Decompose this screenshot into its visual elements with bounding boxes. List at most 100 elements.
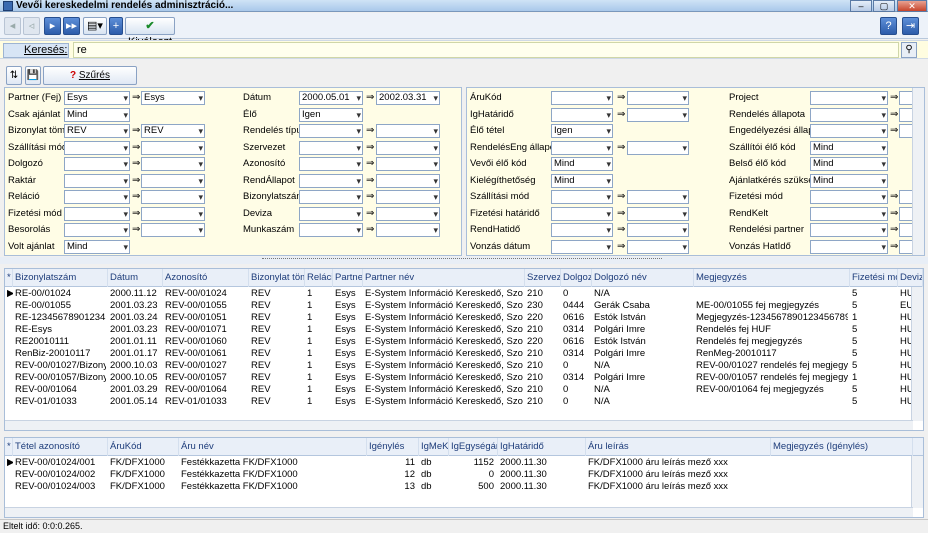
table-row[interactable]: REV-00/01057/Bizony 2000.10.05 REV-00/0105… [5, 372, 923, 384]
table-row[interactable]: RE20010111 2001.01.11 REV-00/01060 REV 1 Esys… [5, 336, 923, 348]
filter-combo[interactable] [551, 140, 613, 155]
filter-combo-to[interactable]: 2002.03.31 [376, 91, 440, 105]
filter-combo-to[interactable] [141, 223, 205, 237]
filter-combo-to[interactable] [141, 173, 205, 188]
filter-combo-to[interactable] [141, 190, 205, 204]
table-row[interactable]: REV-01/01033 2001.05.14 REV-01/01033 REV 1 Es… [5, 396, 923, 408]
column-header[interactable]: Áru leírás [586, 438, 771, 456]
filter-combo-to[interactable] [376, 206, 440, 221]
orders-grid-vscroll[interactable] [911, 287, 923, 421]
column-header[interactable]: Igénylés [367, 438, 419, 456]
column-header[interactable]: IgHatáridő [498, 438, 586, 456]
column-header[interactable]: Reláció [305, 269, 333, 287]
panel-splitter[interactable] [0, 257, 928, 264]
filter-combo[interactable] [551, 91, 613, 105]
filter-combo[interactable] [299, 206, 363, 221]
first-record-icon[interactable]: ◂ [4, 17, 21, 35]
filter-combo[interactable] [64, 140, 130, 155]
column-header[interactable]: Fizetési mód [850, 269, 898, 287]
filter-combo[interactable] [64, 173, 130, 188]
table-row[interactable]: RE-00/01055 2001.03.23 REV-00/01055 REV 1 Esy… [5, 300, 923, 312]
column-header[interactable]: IgEgységárD [449, 438, 498, 456]
column-header[interactable]: Bizonylatszám [13, 269, 108, 287]
minimize-button[interactable]: – [850, 0, 872, 12]
column-header[interactable]: Szervezet [525, 269, 561, 287]
table-row[interactable]: RE-Esys 2001.03.23 REV-00/01071 REV 1 Esys E-S… [5, 324, 923, 336]
filter-combo[interactable] [551, 107, 613, 122]
filter-combo-to[interactable] [376, 124, 440, 138]
column-header[interactable]: Partner [333, 269, 363, 287]
filter-combo[interactable] [551, 206, 613, 221]
column-header[interactable]: Azonosító [163, 269, 249, 287]
column-header[interactable]: Dolgozó [561, 269, 592, 287]
search-input[interactable] [73, 42, 899, 58]
column-header[interactable]: ÁruKód [108, 438, 179, 456]
prev-record-icon[interactable]: ◃ [23, 17, 40, 35]
table-row[interactable]: REV-00/01064 2001.03.29 REV-00/01064 REV 1 Es… [5, 384, 923, 396]
filter-combo-to[interactable]: Esys [141, 91, 205, 105]
column-header[interactable]: Partner név [363, 269, 525, 287]
filter-combo[interactable] [810, 223, 888, 237]
table-row[interactable]: ▶REV-00/01024/001 FK/DFX1000 Festékkazetta… [5, 457, 923, 469]
column-header[interactable]: Áru név [179, 438, 367, 456]
select-button[interactable]: ✔ Kiválaszt [125, 17, 175, 48]
table-row[interactable]: REV-00/01024/003 FK/DFX1000 Festékkazetta … [5, 481, 923, 493]
filter-combo[interactable] [299, 140, 363, 155]
filter-combo[interactable]: Mind [810, 173, 888, 188]
filter-combo-to[interactable] [627, 239, 689, 254]
filter-combo[interactable] [810, 190, 888, 204]
filter-combo[interactable] [810, 206, 888, 221]
filter-combo-to[interactable] [376, 157, 440, 171]
filter-combo[interactable]: Igen [299, 107, 363, 122]
next-record-icon[interactable]: ▸ [44, 17, 61, 35]
filter-combo[interactable] [551, 223, 613, 237]
filter-combo[interactable]: Esys [64, 91, 130, 105]
table-row[interactable]: REV-00/01027/Bizony 2000.10.03 REV-00/0102… [5, 360, 923, 372]
filter-combo-to[interactable] [376, 140, 440, 155]
last-record-icon[interactable]: ▸▸ [63, 17, 80, 35]
filter-combo-to[interactable] [627, 140, 689, 155]
column-header[interactable]: Megjegyzés [694, 269, 850, 287]
help-icon[interactable]: ? [880, 17, 897, 35]
exit-icon[interactable]: ⇥ [902, 17, 919, 35]
filter-combo[interactable] [64, 223, 130, 237]
column-header[interactable]: Deviza [898, 269, 923, 287]
filter-combo[interactable]: REV [64, 124, 130, 138]
run-filter-button[interactable]: ? Szűrés végrehajtása [43, 66, 137, 98]
filter-combo[interactable] [810, 91, 888, 105]
column-header[interactable]: IgMeKd [419, 438, 449, 456]
export-dropdown-button[interactable]: ▤▾ [83, 17, 107, 35]
filter-combo[interactable]: Igen [551, 124, 613, 138]
column-header[interactable]: Élő [923, 269, 924, 287]
filter-combo[interactable] [299, 157, 363, 171]
filter-combo[interactable] [551, 239, 613, 254]
filter-options-icon[interactable]: ⇅ [6, 66, 22, 85]
filter-vscroll[interactable] [912, 88, 924, 255]
filter-combo[interactable]: Mind [64, 107, 130, 122]
filter-combo[interactable] [810, 124, 888, 138]
filter-combo-to[interactable] [376, 223, 440, 237]
filter-combo[interactable]: Mind [810, 140, 888, 155]
filter-combo-to[interactable] [627, 206, 689, 221]
filter-combo[interactable] [299, 190, 363, 204]
filter-combo[interactable] [551, 190, 613, 204]
filter-combo[interactable] [299, 124, 363, 138]
filter-combo[interactable]: Mind [551, 173, 613, 188]
filter-combo-to[interactable] [627, 223, 689, 237]
filter-combo-to[interactable] [627, 107, 689, 122]
filter-combo-to[interactable] [141, 140, 205, 155]
table-row[interactable]: RE-1234567890123456* 2001.03.24 REV-00/010… [5, 312, 923, 324]
filter-combo-to[interactable] [627, 190, 689, 204]
filter-combo-to[interactable] [141, 206, 205, 221]
filter-combo[interactable] [64, 157, 130, 171]
column-header[interactable]: Tétel azonosító [13, 438, 108, 456]
filter-combo-to[interactable] [376, 190, 440, 204]
filter-combo-to[interactable]: REV [141, 124, 205, 138]
table-row[interactable]: ▶RE-00/01024 2000.11.12 REV-00/01024 REV 1 Es… [5, 288, 923, 300]
search-icon[interactable]: ⚲ [901, 42, 917, 58]
filter-combo[interactable]: Mind [551, 157, 613, 171]
maximize-button[interactable]: ▢ [873, 0, 895, 12]
table-row[interactable]: REV-00/01024/002 FK/DFX1000 Festékkazetta … [5, 469, 923, 481]
filter-combo[interactable] [299, 223, 363, 237]
filter-combo[interactable] [810, 107, 888, 122]
